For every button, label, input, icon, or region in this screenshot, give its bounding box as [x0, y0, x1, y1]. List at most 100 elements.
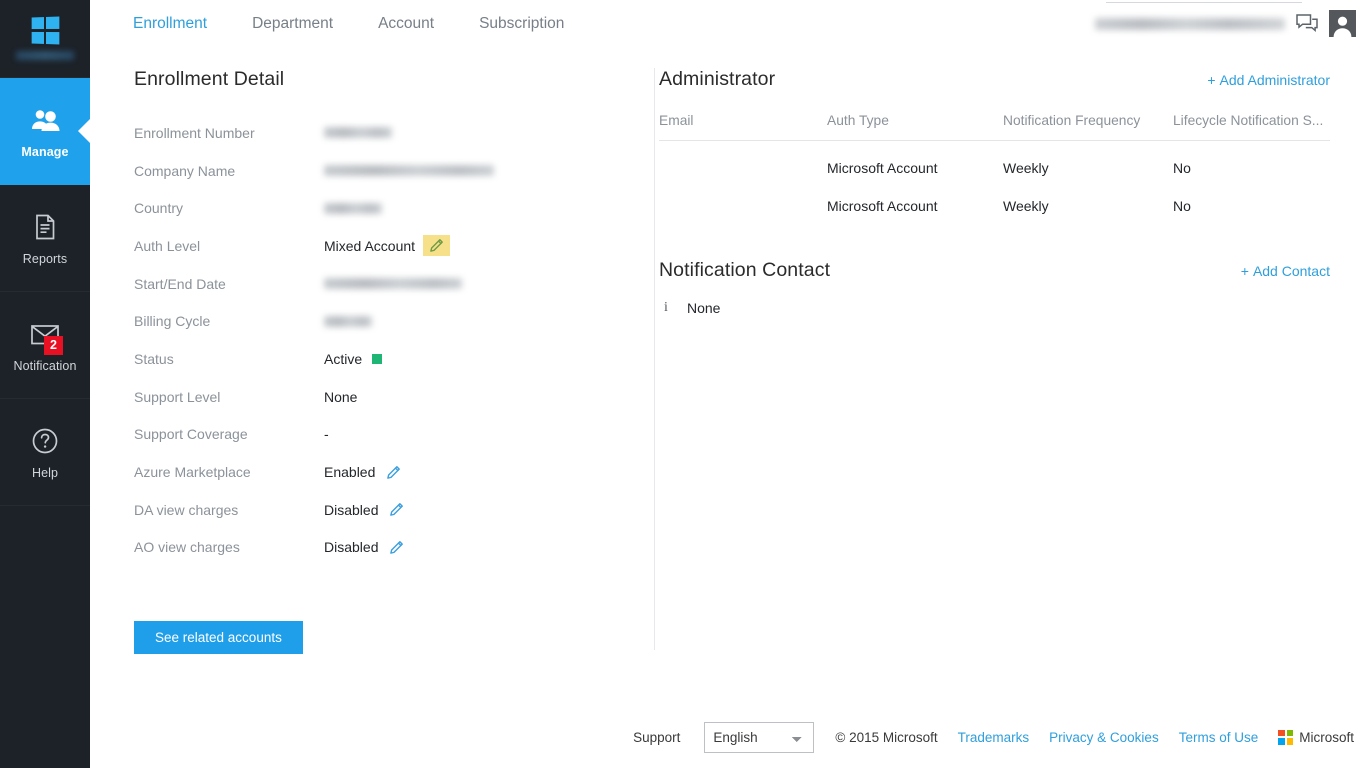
table-row[interactable]: Microsoft Account Weekly No	[659, 141, 1330, 179]
language-select[interactable]: English	[704, 722, 814, 753]
administrator-panel: Administrator +Add Administrator Email A…	[611, 47, 1366, 654]
detail-value: Active	[324, 352, 382, 366]
see-related-accounts-button[interactable]: See related accounts	[134, 621, 303, 654]
detail-value	[324, 127, 392, 138]
redacted-value	[324, 165, 494, 176]
administrator-header: Administrator +Add Administrator	[659, 68, 1330, 91]
notification-contact-title: Notification Contact	[659, 259, 830, 282]
envelope-icon: 2	[28, 317, 62, 351]
topbar: Enrollment Department Account Subscripti…	[90, 0, 1366, 47]
administrator-table: Email Auth Type Notification Frequency L…	[659, 113, 1330, 217]
cell-notification-frequency: Weekly	[1003, 179, 1173, 217]
detail-value-text: Enabled	[324, 465, 375, 479]
footer: Support English © 2015 Microsoft Tradema…	[90, 706, 1366, 768]
edit-pencil-icon-azure-marketplace[interactable]	[386, 465, 401, 480]
detail-value	[324, 316, 372, 327]
content: Enrollment Detail Enrollment Number Comp…	[90, 47, 1366, 654]
detail-value-text: Active	[324, 352, 362, 366]
column-header-auth-type: Auth Type	[827, 113, 1003, 141]
cell-auth-type: Microsoft Account	[827, 141, 1003, 179]
cell-email	[659, 179, 827, 217]
detail-label: AO view charges	[134, 540, 324, 554]
add-administrator-label: Add Administrator	[1220, 72, 1331, 88]
brand-header	[0, 0, 90, 78]
detail-row-da-view-charges: DA view charges Disabled	[134, 491, 611, 529]
detail-row-start-end-date: Start/End Date	[134, 265, 611, 303]
privacy-cookies-link[interactable]: Privacy & Cookies	[1049, 730, 1159, 745]
detail-row-auth-level: Auth Level Mixed Account	[134, 227, 611, 265]
terms-of-use-link[interactable]: Terms of Use	[1179, 730, 1259, 745]
table-row[interactable]: Microsoft Account Weekly No	[659, 179, 1330, 217]
primary-tabs: Enrollment Department Account Subscripti…	[133, 16, 609, 32]
column-header-lifecycle-notification: Lifecycle Notification S...	[1173, 113, 1330, 141]
microsoft-wordmark: Microsoft	[1299, 730, 1354, 745]
sidebar-item-reports[interactable]: Reports	[0, 185, 90, 292]
sidebar-item-help[interactable]: Help	[0, 399, 90, 506]
add-contact-label: Add Contact	[1253, 263, 1330, 279]
windows-logo-icon	[32, 16, 60, 44]
detail-label: Billing Cycle	[134, 314, 324, 328]
edit-pencil-icon-ao-view-charges[interactable]	[389, 540, 404, 555]
edit-pencil-icon-auth-level[interactable]	[423, 235, 450, 256]
main-area: Enrollment Department Account Subscripti…	[90, 0, 1366, 768]
detail-label: Start/End Date	[134, 277, 324, 291]
detail-label: Status	[134, 352, 324, 366]
document-icon	[28, 210, 62, 244]
detail-label: DA view charges	[134, 503, 324, 517]
question-mark-icon	[28, 424, 62, 458]
detail-value-text: Disabled	[324, 540, 378, 554]
sidebar-item-label: Reports	[23, 253, 67, 266]
detail-value-text: -	[324, 427, 329, 441]
page-title: Enrollment Detail	[134, 68, 611, 91]
notification-contact-empty-state: i None	[659, 300, 1330, 316]
brand-name-redacted	[16, 51, 74, 60]
notification-contact-panel: Notification Contact +Add Contact i None	[659, 259, 1330, 316]
chat-bubbles-icon[interactable]	[1294, 11, 1320, 37]
cell-notification-frequency: Weekly	[1003, 141, 1173, 179]
table-header-row: Email Auth Type Notification Frequency L…	[659, 113, 1330, 141]
detail-value	[324, 165, 494, 176]
tab-subscription[interactable]: Subscription	[479, 16, 588, 32]
sidebar-item-label: Notification	[13, 360, 76, 373]
detail-label: Support Level	[134, 390, 324, 404]
user-avatar-icon[interactable]	[1329, 10, 1356, 37]
detail-value: Disabled	[324, 540, 404, 555]
detail-row-support-coverage: Support Coverage -	[134, 416, 611, 454]
add-contact-button[interactable]: +Add Contact	[1241, 263, 1330, 279]
cell-auth-type: Microsoft Account	[827, 179, 1003, 217]
people-icon	[28, 103, 62, 137]
detail-label: Country	[134, 201, 324, 215]
plus-icon: +	[1241, 263, 1249, 279]
cell-lifecycle-notification: No	[1173, 179, 1330, 217]
trademarks-link[interactable]: Trademarks	[958, 730, 1030, 745]
administrator-table-head: Email Auth Type Notification Frequency L…	[659, 113, 1330, 141]
sidebar-item-notification[interactable]: 2 Notification	[0, 292, 90, 399]
support-link[interactable]: Support	[633, 730, 680, 745]
detail-row-company-name: Company Name	[134, 152, 611, 190]
info-icon: i	[659, 300, 673, 316]
microsoft-squares-icon	[1278, 730, 1293, 745]
redacted-value	[324, 127, 392, 138]
detail-row-azure-marketplace: Azure Marketplace Enabled	[134, 453, 611, 491]
detail-row-country: Country	[134, 189, 611, 227]
app-root: Manage Reports 2 Notification	[0, 0, 1366, 768]
add-administrator-button[interactable]: +Add Administrator	[1207, 72, 1330, 88]
redacted-value	[324, 316, 372, 327]
notification-contact-empty-label: None	[687, 300, 720, 316]
detail-value: Mixed Account	[324, 235, 450, 256]
cell-lifecycle-notification: No	[1173, 141, 1330, 179]
edit-pencil-icon-da-view-charges[interactable]	[389, 502, 404, 517]
detail-label: Azure Marketplace	[134, 465, 324, 479]
sidebar-item-label: Help	[32, 467, 58, 480]
tab-enrollment[interactable]: Enrollment	[133, 16, 231, 32]
detail-row-ao-view-charges: AO view charges Disabled	[134, 529, 611, 567]
column-header-email: Email	[659, 113, 827, 141]
tab-department[interactable]: Department	[252, 16, 357, 32]
detail-label: Auth Level	[134, 239, 324, 253]
redacted-value	[324, 203, 382, 214]
tab-account[interactable]: Account	[378, 16, 458, 32]
detail-value-text: None	[324, 390, 357, 404]
sidebar-item-manage[interactable]: Manage	[0, 78, 90, 185]
detail-value	[324, 203, 382, 214]
detail-value-text: Disabled	[324, 503, 378, 517]
